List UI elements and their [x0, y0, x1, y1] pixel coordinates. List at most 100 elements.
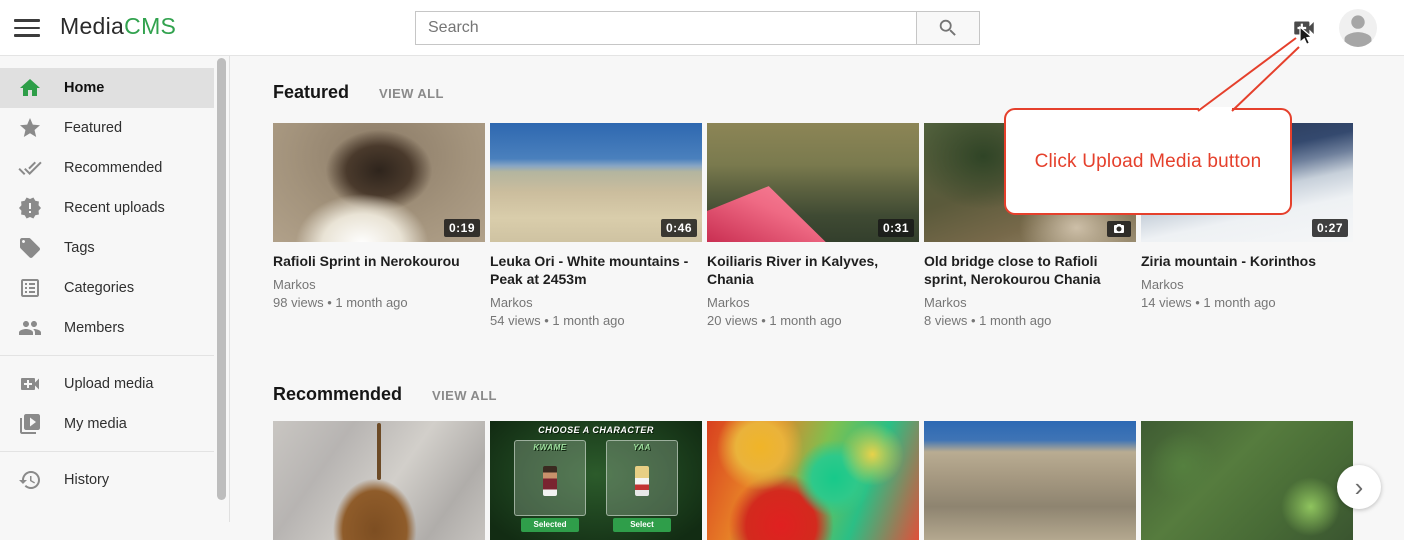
media-card[interactable]	[273, 421, 485, 540]
upload-media-icon	[1290, 15, 1318, 41]
video-thumbnail[interactable]	[1141, 421, 1353, 540]
sidebar-item-label: Home	[64, 80, 104, 96]
menu-icon[interactable]	[14, 16, 40, 40]
sidebar-item-recent-uploads[interactable]: Recent uploads	[0, 188, 214, 228]
sidebar-item-upload-media[interactable]: Upload media	[0, 364, 214, 404]
sidebar: Home Featured Recommended Recent uploads…	[0, 56, 230, 522]
video-thumbnail[interactable]: 0:27	[1141, 123, 1353, 242]
media-author[interactable]: Markos	[1141, 276, 1353, 294]
media-meta: 98 views • 1 month ago	[273, 294, 485, 312]
people-icon	[18, 316, 42, 340]
select-button: Select	[613, 518, 671, 532]
logo-media: Media	[60, 13, 124, 39]
sidebar-item-history[interactable]: History	[0, 460, 214, 500]
video-thumbnail[interactable]: 0:46	[490, 123, 702, 242]
person-icon	[1339, 9, 1377, 47]
sidebar-item-label: Tags	[64, 240, 95, 256]
sidebar-item-label: History	[64, 472, 109, 488]
upload-media-icon	[18, 372, 42, 396]
media-author[interactable]: Markos	[707, 294, 919, 312]
media-card[interactable]	[1141, 421, 1353, 540]
next-arrow-button[interactable]: ›	[1337, 465, 1381, 509]
character-sprite	[635, 466, 649, 496]
video-thumbnail[interactable]: CHOOSE A CHARACTER KWAME YAA Selected Se…	[490, 421, 702, 540]
media-card[interactable]	[707, 421, 919, 540]
recommended-section: Recommended VIEW ALL CHOOSE A CHARACTER …	[273, 384, 1404, 540]
duration-badge: 0:19	[444, 219, 480, 237]
sidebar-item-my-media[interactable]: My media	[0, 404, 214, 444]
sidebar-item-members[interactable]: Members	[0, 308, 214, 348]
categories-icon	[18, 276, 42, 300]
recommended-row: CHOOSE A CHARACTER KWAME YAA Selected Se…	[273, 421, 1404, 540]
duration-badge: 0:46	[661, 219, 697, 237]
media-author[interactable]: Markos	[924, 294, 1136, 312]
recommended-view-all-link[interactable]: VIEW ALL	[432, 388, 497, 403]
star-icon	[18, 116, 42, 140]
video-thumbnail[interactable]: 0:31	[707, 123, 919, 242]
sidebar-scrollbar[interactable]	[217, 58, 226, 500]
media-meta: 20 views • 1 month ago	[707, 312, 919, 330]
sidebar-item-label: Upload media	[64, 376, 153, 392]
double-check-icon	[18, 156, 42, 180]
camera-badge	[1107, 221, 1131, 237]
main-content: Featured VIEW ALL 0:19 Rafioli Sprint in…	[273, 56, 1404, 540]
sidebar-item-label: Members	[64, 320, 124, 336]
media-card[interactable]: 0:31 Koiliaris River in Kalyves, Chania …	[707, 123, 919, 330]
video-thumbnail[interactable]	[924, 421, 1136, 540]
logo-cms: CMS	[124, 13, 176, 39]
media-card[interactable]	[924, 421, 1136, 540]
media-author[interactable]: Markos	[273, 276, 485, 294]
search-bar	[415, 11, 980, 45]
media-title[interactable]: Ziria mountain - Korinthos	[1141, 252, 1353, 270]
character-panel: YAA	[606, 440, 678, 516]
top-bar: MediaCMS	[0, 0, 1404, 56]
history-icon	[18, 468, 42, 492]
sidebar-item-recommended[interactable]: Recommended	[0, 148, 214, 188]
sidebar-item-categories[interactable]: Categories	[0, 268, 214, 308]
character-panel: KWAME	[514, 440, 586, 516]
video-thumbnail[interactable]	[273, 421, 485, 540]
thumbnail-text: CHOOSE A CHARACTER	[490, 425, 702, 435]
featured-section: Featured VIEW ALL 0:19 Rafioli Sprint in…	[273, 56, 1404, 384]
media-card[interactable]: CHOOSE A CHARACTER KWAME YAA Selected Se…	[490, 421, 702, 540]
featured-row: 0:19 Rafioli Sprint in Nerokourou Markos…	[273, 123, 1404, 330]
media-title[interactable]: Old bridge close to Rafioli sprint, Nero…	[924, 252, 1136, 288]
selected-button: Selected	[521, 518, 579, 532]
chevron-right-icon: ›	[1355, 474, 1364, 500]
media-title[interactable]: Koiliaris River in Kalyves, Chania	[707, 252, 919, 288]
tag-icon	[18, 236, 42, 260]
recommended-title: Recommended	[273, 384, 402, 405]
image-thumbnail[interactable]	[924, 123, 1136, 242]
video-thumbnail[interactable]	[707, 421, 919, 540]
search-icon	[937, 17, 959, 39]
sidebar-divider	[0, 451, 214, 452]
new-releases-icon	[18, 196, 42, 220]
search-button[interactable]	[917, 11, 980, 45]
video-thumbnail[interactable]: 0:19	[273, 123, 485, 242]
media-meta: 8 views • 1 month ago	[924, 312, 1136, 330]
duration-badge: 0:27	[1312, 219, 1348, 237]
media-title[interactable]: Rafioli Sprint in Nerokourou	[273, 252, 485, 270]
search-input[interactable]	[415, 11, 917, 45]
media-author[interactable]: Markos	[490, 294, 702, 312]
sidebar-item-tags[interactable]: Tags	[0, 228, 214, 268]
sidebar-item-label: Featured	[64, 120, 122, 136]
sidebar-item-label: My media	[64, 416, 127, 432]
user-avatar[interactable]	[1339, 9, 1377, 47]
sidebar-item-featured[interactable]: Featured	[0, 108, 214, 148]
camera-icon	[1112, 223, 1126, 235]
media-card[interactable]: 0:19 Rafioli Sprint in Nerokourou Markos…	[273, 123, 485, 330]
sidebar-item-label: Recommended	[64, 160, 162, 176]
media-card[interactable]: 0:46 Leuka Ori - White mountains - Peak …	[490, 123, 702, 330]
sidebar-item-home[interactable]: Home	[0, 68, 214, 108]
upload-media-button[interactable]	[1290, 15, 1318, 41]
video-library-icon	[18, 412, 42, 436]
media-card[interactable]: Old bridge close to Rafioli sprint, Nero…	[924, 123, 1136, 330]
media-meta: 14 views • 1 month ago	[1141, 294, 1353, 312]
featured-title: Featured	[273, 82, 349, 103]
featured-view-all-link[interactable]: VIEW ALL	[379, 86, 444, 101]
media-card[interactable]: 0:27 Ziria mountain - Korinthos Markos 1…	[1141, 123, 1353, 330]
app-logo[interactable]: MediaCMS	[60, 13, 176, 40]
media-meta: 54 views • 1 month ago	[490, 312, 702, 330]
media-title[interactable]: Leuka Ori - White mountains - Peak at 24…	[490, 252, 702, 288]
